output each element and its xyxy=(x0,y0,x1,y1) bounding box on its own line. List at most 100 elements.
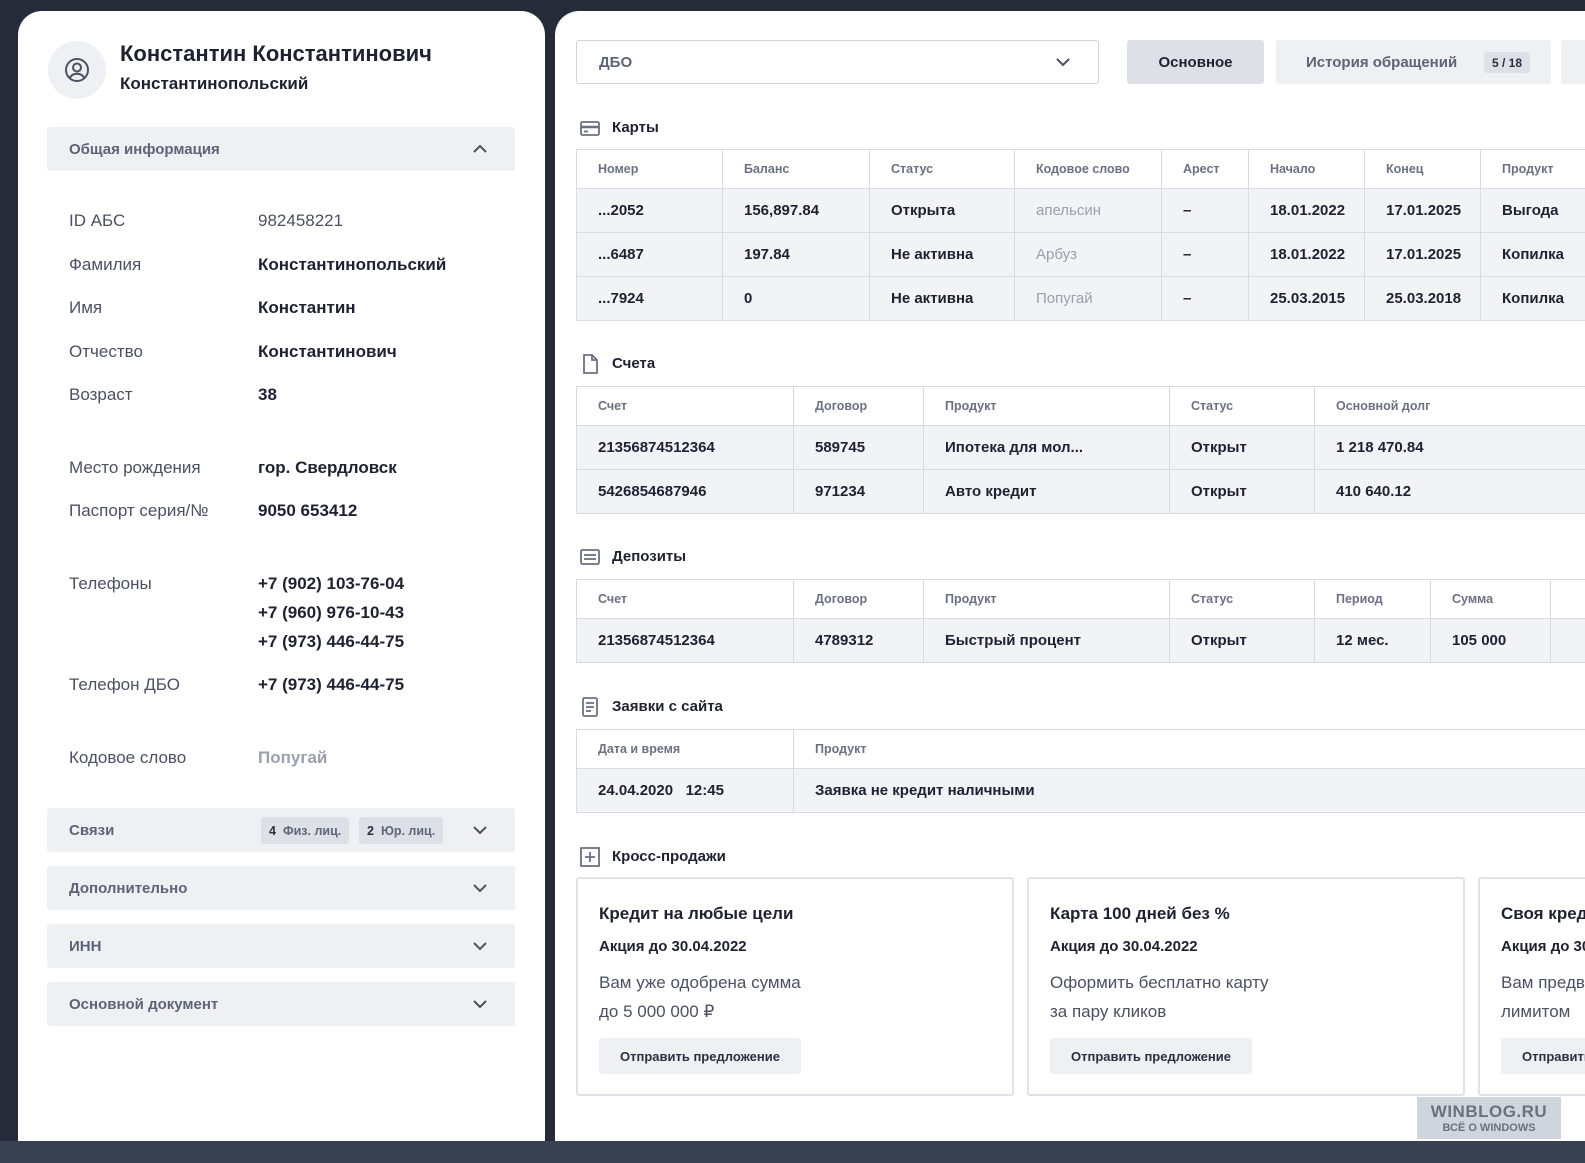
table-row[interactable]: 21356874512364 589745 Ипотека для мол...… xyxy=(576,425,1585,470)
offer-description: Оформить бесплатно карту за пару кликов xyxy=(1050,968,1269,1026)
info-value: 38 xyxy=(258,385,277,404)
column-header: Период xyxy=(1314,579,1431,619)
tab-history[interactable]: История обращений 5 / 18 xyxy=(1276,40,1551,84)
table-cell: Открыта xyxy=(869,188,1015,233)
send-offer-button[interactable]: Отправить предложение xyxy=(1501,1038,1585,1074)
chevron-down-icon xyxy=(473,826,487,835)
chevron-down-icon xyxy=(473,1000,487,1009)
offer-line: Вам предварительно одобрена xyxy=(1501,973,1585,992)
table-cell: 410 640.12 xyxy=(1314,469,1585,514)
table-row[interactable]: ...6487 197.84 Не активна Арбуз – 18.01.… xyxy=(576,232,1585,277)
section-title-accounts: Счета xyxy=(612,355,656,372)
info-label: Кодовое слово xyxy=(69,748,187,767)
info-value[interactable]: +7 (973) 446-44-75 xyxy=(258,674,404,696)
accordion-title: Дополнительно xyxy=(69,879,188,897)
accordion-title: Основной документ xyxy=(69,995,219,1013)
table-cell: Открыт xyxy=(1169,469,1315,514)
main-panel: ДБО Основное История обращений 5 / 18 Ка… xyxy=(555,11,1585,1152)
phone-list: +7 (902) 103-76-04 +7 (960) 976-10-43 +7… xyxy=(258,573,404,660)
phone-number[interactable]: +7 (973) 446-44-75 xyxy=(258,631,404,660)
column-header: Договор xyxy=(793,579,924,619)
table-cell: – xyxy=(1161,188,1249,233)
table-cell: апельсин xyxy=(1014,188,1162,233)
info-value: Константинович xyxy=(258,342,397,361)
info-value: Попугай xyxy=(258,748,328,767)
client-name: Константин Константинович xyxy=(120,41,432,66)
document-icon xyxy=(583,354,598,374)
column-header xyxy=(1550,579,1585,619)
credit-card-icon xyxy=(580,121,600,136)
column-header: Начало xyxy=(1248,149,1365,189)
table-cell: 17.01.2025 xyxy=(1364,188,1481,233)
offer-description: Вам предварительно одобрена лимитом xyxy=(1501,968,1585,1026)
watermark-subtitle: ВСЁ О WINDOWS xyxy=(1442,1122,1536,1134)
table-cell: Заявка не кредит наличными xyxy=(793,768,1585,813)
badge-count: 4 xyxy=(269,823,276,838)
table-cell: Попугай xyxy=(1014,276,1162,321)
tab-main[interactable]: Основное xyxy=(1127,40,1264,84)
column-header: Арест xyxy=(1161,149,1249,189)
offer-line: лимитом xyxy=(1501,1002,1571,1021)
history-count-badge: 5 / 18 xyxy=(1483,52,1530,73)
send-offer-button[interactable]: Отправить предложение xyxy=(599,1038,801,1074)
offer-card: Кредит на любые цели Акция до 30.04.2022… xyxy=(576,877,1014,1096)
offer-description: Вам уже одобрена сумма до 5 000 000 ₽ xyxy=(599,968,801,1026)
column-header: Продукт xyxy=(923,579,1170,619)
offer-line: до 5 000 000 ₽ xyxy=(599,1002,715,1021)
tab-more[interactable] xyxy=(1561,40,1585,84)
table-cell: 25.03.2018 xyxy=(1364,276,1481,321)
column-header: Договор xyxy=(793,386,924,426)
column-header: Сумма xyxy=(1430,579,1551,619)
table-cell: Выгода xyxy=(1480,188,1585,233)
table-cell: Копилка xyxy=(1480,276,1585,321)
table-row[interactable]: 24.04.2020 12:45 Заявка не кредит наличн… xyxy=(576,768,1585,813)
info-value: Константин xyxy=(258,298,356,317)
info-value: 982458221 xyxy=(258,211,344,230)
phone-number[interactable]: +7 (902) 103-76-04 xyxy=(258,573,404,602)
column-header: Номер xyxy=(576,149,723,189)
info-value: Константинопольский xyxy=(258,255,447,274)
accordion-general-info[interactable]: Общая информация xyxy=(47,127,515,171)
table-row[interactable]: 5426854687946 971234 Авто кредит Открыт … xyxy=(576,469,1585,514)
deposits-table: Счет Договор Продукт Статус Период Сумма… xyxy=(576,579,1585,663)
watermark-title: WINBLOG.RU xyxy=(1430,1102,1548,1121)
column-header: Счет xyxy=(576,579,794,619)
info-label: Место рождения xyxy=(69,458,201,477)
info-label: Имя xyxy=(69,298,103,317)
offer-title: Своя кредитная карта xyxy=(1501,904,1585,923)
table-cell: ...6487 xyxy=(576,232,723,277)
offer-promo: Акция до 30.04.2022 xyxy=(599,938,747,955)
client-surname: Константинопольский xyxy=(120,74,309,93)
accordion-additional[interactable]: Дополнительно xyxy=(47,866,515,910)
table-cell: 5426854687946 xyxy=(576,469,794,514)
phone-number[interactable]: +7 (960) 976-10-43 xyxy=(258,602,404,631)
table-row[interactable]: ...7924 0 Не активна Попугай – 25.03.201… xyxy=(576,276,1585,321)
bottom-strip xyxy=(0,1141,1585,1163)
chevron-down-icon xyxy=(473,942,487,951)
info-label: Телефон ДБО xyxy=(69,675,180,694)
table-row[interactable]: ...2052 156,897.84 Открыта апельсин – 18… xyxy=(576,188,1585,233)
cards-table: Номер Баланс Статус Кодовое слово Арест … xyxy=(576,149,1585,321)
table-row[interactable]: 21356874512364 4789312 Быстрый процент О… xyxy=(576,618,1585,663)
table-header-row: Счет Договор Продукт Статус Основной дол… xyxy=(576,386,1585,426)
info-label: Паспорт серия/№ xyxy=(69,501,209,520)
badge-label: Юр. лиц. xyxy=(380,823,436,838)
chevron-up-icon xyxy=(473,144,487,153)
table-cell: Не активна xyxy=(869,276,1015,321)
column-header: Продукт xyxy=(793,729,1585,769)
table-cell: ...2052 xyxy=(576,188,723,233)
accordion-links[interactable]: Связи 4 Физ. лиц. 2 Юр. лиц. xyxy=(47,808,515,852)
avatar[interactable] xyxy=(48,41,106,99)
table-cell: 105 000 xyxy=(1430,618,1551,663)
info-label: Фамилия xyxy=(69,255,142,274)
send-offer-button[interactable]: Отправить предложение xyxy=(1050,1038,1252,1074)
channel-select[interactable]: ДБО xyxy=(576,40,1099,84)
table-cell: Арбуз xyxy=(1014,232,1162,277)
accordion-inn[interactable]: ИНН xyxy=(47,924,515,968)
column-header: Продукт xyxy=(923,386,1170,426)
info-label: Телефоны xyxy=(69,574,152,593)
accordion-main-document[interactable]: Основной документ xyxy=(47,982,515,1026)
table-header-row: Дата и время Продукт xyxy=(576,729,1585,769)
select-value: ДБО xyxy=(599,53,633,71)
table-cell: Не активна xyxy=(869,232,1015,277)
